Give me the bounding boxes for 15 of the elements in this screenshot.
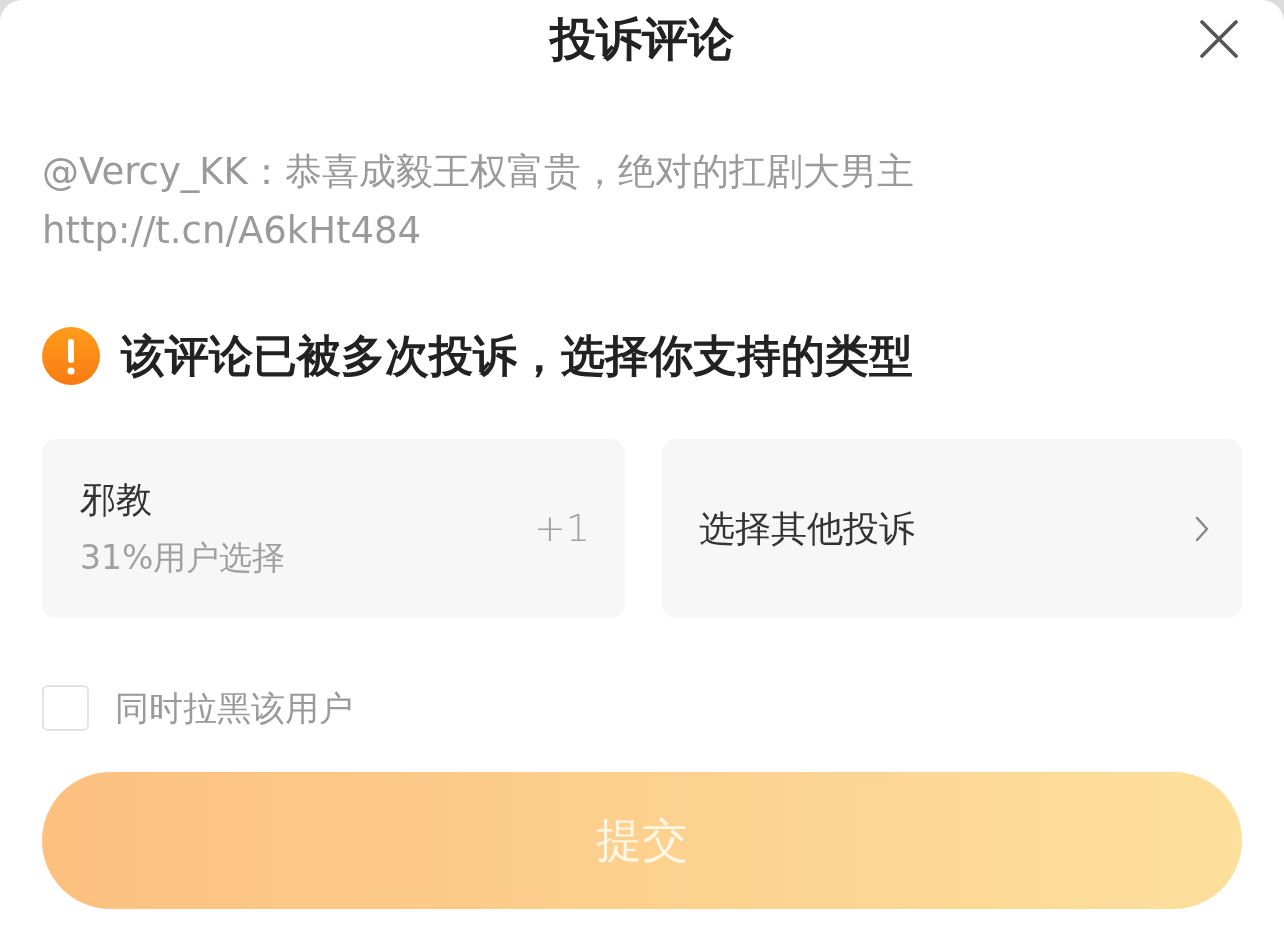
notice-text: 该评论已被多次投诉，选择你支持的类型 xyxy=(121,329,913,383)
close-icon xyxy=(1200,20,1238,58)
chevron-right-icon xyxy=(1195,515,1209,542)
option-share: 31%用户选择 xyxy=(80,536,286,579)
complaint-option[interactable]: 邪教 31%用户选择 +1 xyxy=(42,439,625,618)
dialog-title: 投诉评论 xyxy=(550,16,734,62)
close-button[interactable] xyxy=(1200,20,1238,58)
plus-one-label: +1 xyxy=(533,505,590,552)
option-label: 选择其他投诉 xyxy=(699,506,915,551)
option-label: 邪教 xyxy=(80,477,153,522)
checkbox[interactable] xyxy=(42,685,89,731)
checkbox-label: 同时拉黑该用户 xyxy=(115,686,353,730)
comment-text: @Vercy_KK：恭喜成毅王权富贵，绝对的扛剧大男主 http://t.cn/A6kHt484 xyxy=(42,149,915,254)
exclamation-icon xyxy=(42,327,100,385)
other-complaint-option[interactable]: 选择其他投诉 xyxy=(662,439,1242,618)
